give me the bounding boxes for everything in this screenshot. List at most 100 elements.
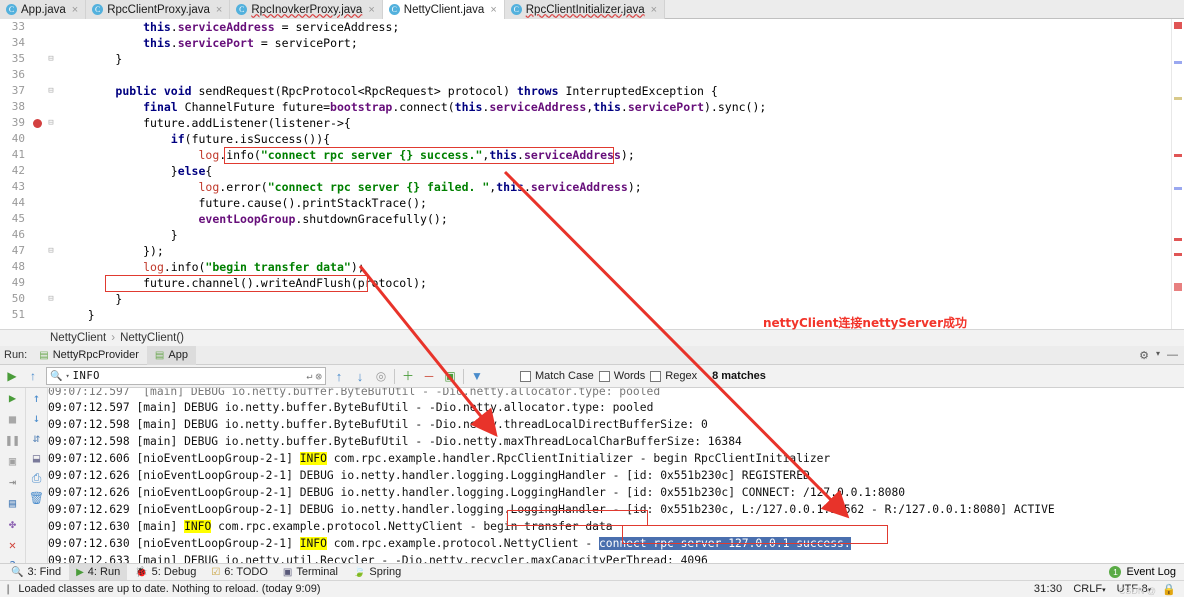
fold-toggle-icon[interactable]: ⊟ (44, 115, 58, 131)
clear-all-button[interactable]: ✕ (5, 538, 21, 552)
console-log-line[interactable]: 09:07:12.630 [nioEventLoopGroup-2-1] INF… (0, 535, 1184, 552)
minimize-icon[interactable]: — (1167, 349, 1178, 362)
match-case-checkbox[interactable]: Match Case (520, 370, 594, 382)
gutter-marker[interactable] (30, 19, 44, 35)
gutter-marker[interactable] (30, 115, 44, 131)
gutter-marker[interactable] (30, 99, 44, 115)
run-config-tab-0[interactable]: ▤ NettyRpcProvider (31, 346, 147, 365)
gutter-marker[interactable] (30, 163, 44, 179)
chevron-down-icon[interactable]: ▾ (1156, 349, 1160, 362)
tool-window-button-0[interactable]: 🔍 3: Find (4, 564, 68, 580)
toggle-line-icon[interactable]: ▣ (442, 369, 458, 383)
dump-threads-button[interactable]: ▣ (5, 454, 21, 468)
fold-toggle-icon[interactable] (44, 227, 58, 243)
tool-window-button-1[interactable]: ▶ 4: Run (69, 564, 128, 580)
gutter-marker[interactable] (30, 131, 44, 147)
down-stacktrace-button[interactable]: ↓ (29, 411, 45, 425)
fold-toggle-icon[interactable] (44, 307, 58, 323)
soft-wrap-button[interactable]: ✤ (5, 517, 21, 531)
gutter-marker[interactable] (30, 35, 44, 51)
code-line[interactable]: 40 if(future.isSuccess()){ (0, 131, 1184, 147)
rerun-small-icon[interactable]: ▶ (4, 369, 20, 383)
editor-tab-2[interactable]: C RpcInovkerProxy.java × (230, 0, 383, 19)
fold-toggle-icon[interactable] (44, 163, 58, 179)
rerun-button[interactable]: ▶ (5, 391, 21, 405)
run-window-actions[interactable]: ⚙ ▾ — (1139, 349, 1184, 362)
gutter-marker[interactable] (30, 243, 44, 259)
console-log-line[interactable]: 09:07:12.598 [main] DEBUG io.netty.buffe… (0, 433, 1184, 450)
console-log-line[interactable]: 09:07:12.606 [nioEventLoopGroup-2-1] INF… (0, 450, 1184, 467)
arrow-up-small-icon[interactable]: ↑ (25, 369, 41, 383)
code-line[interactable]: 39 ⊟ future.addListener(listener->{ (0, 115, 1184, 131)
code-line[interactable]: 42 }else{ (0, 163, 1184, 179)
scroll-to-end-button[interactable]: ⇵ (29, 431, 45, 445)
code-line[interactable]: 44 future.cause().printStackTrace(); (0, 195, 1184, 211)
remove-line-icon[interactable]: ─ (421, 369, 437, 383)
fold-toggle-icon[interactable] (44, 19, 58, 35)
code-line[interactable]: 36 (0, 67, 1184, 83)
code-line[interactable]: 49 future.channel().writeAndFlush(protoc… (0, 275, 1184, 291)
gutter-marker[interactable] (30, 179, 44, 195)
fold-toggle-icon[interactable]: ⊟ (44, 291, 58, 307)
breadcrumb[interactable]: NettyClient › NettyClient() (0, 329, 1184, 346)
fold-toggle-icon[interactable] (44, 147, 58, 163)
fold-toggle-icon[interactable] (44, 195, 58, 211)
code-line[interactable]: 47 ⊟ }); (0, 243, 1184, 259)
print-preview-button[interactable]: ⬓ (29, 451, 45, 465)
close-icon[interactable]: × (72, 4, 78, 16)
pause-button[interactable]: ❚❚ (5, 433, 21, 447)
console-log-line[interactable]: 09:07:12.597 [main] DEBUG io.netty.buffe… (0, 399, 1184, 416)
fold-toggle-icon[interactable]: ⊟ (44, 51, 58, 67)
add-line-icon[interactable]: ＋ (400, 369, 416, 383)
tool-window-button-2[interactable]: 🐞 5: Debug (128, 564, 203, 580)
search-icon[interactable]: 🔍 (50, 371, 62, 382)
gutter-marker[interactable] (30, 211, 44, 227)
console-output[interactable]: 09:07:12.597 [main] DEBUG io.netty.buffe… (0, 388, 1184, 582)
code-editor[interactable]: 33 this.serviceAddress = serviceAddress;… (0, 19, 1184, 330)
code-line[interactable]: 48 log.info("begin transfer data"); (0, 259, 1184, 275)
fold-toggle-icon[interactable]: ⊟ (44, 83, 58, 99)
words-checkbox[interactable]: Words (598, 370, 645, 382)
editor-tab-1[interactable]: C RpcClientProxy.java × (86, 0, 231, 19)
stop-button[interactable]: ■ (5, 412, 21, 426)
filter-icon[interactable]: ▼ (469, 369, 485, 383)
code-line[interactable]: 34 this.servicePort = servicePort; (0, 35, 1184, 51)
clear-icon[interactable]: ⊗ (315, 370, 322, 383)
fold-toggle-icon[interactable] (44, 275, 58, 291)
regex-checkbox[interactable]: Regex (650, 370, 697, 382)
gutter-marker[interactable] (30, 307, 44, 323)
breakpoint-icon[interactable] (32, 119, 42, 128)
tool-window-button-3[interactable]: ☑ 6: TODO (204, 564, 275, 580)
gutter-marker[interactable] (30, 275, 44, 291)
fold-toggle-icon[interactable] (44, 259, 58, 275)
gutter-marker[interactable] (30, 83, 44, 99)
fold-toggle-icon[interactable] (44, 35, 58, 51)
close-icon[interactable]: × (651, 4, 657, 16)
console-button[interactable]: ▤ (5, 496, 21, 510)
search-input-value[interactable]: INFO (73, 370, 304, 382)
export-button[interactable]: ⇥ (5, 475, 21, 489)
gutter-marker[interactable] (30, 195, 44, 211)
code-line[interactable]: 51 } (0, 307, 1184, 323)
code-line[interactable]: 43 log.error("connect rpc server {} fail… (0, 179, 1184, 195)
select-all-matches-icon[interactable]: ◎ (373, 369, 389, 383)
checkbox-box[interactable] (650, 370, 662, 382)
close-icon[interactable]: × (216, 4, 222, 16)
event-log-button[interactable]: 1 Event Log (1109, 566, 1184, 578)
checkbox-box[interactable] (598, 370, 610, 382)
close-icon[interactable]: × (490, 4, 496, 16)
console-log-line[interactable]: 09:07:12.629 [nioEventLoopGroup-2-1] DEB… (0, 501, 1184, 518)
code-line[interactable]: 46 } (0, 227, 1184, 243)
code-line[interactable]: 35 ⊟ } (0, 51, 1184, 67)
prev-match-icon[interactable]: ↑ (331, 369, 347, 383)
code-line[interactable]: 38 final ChannelFuture future=bootstrap.… (0, 99, 1184, 115)
code-line[interactable]: 50 ⊟ } (0, 291, 1184, 307)
tool-window-button-5[interactable]: 🍃 Spring (346, 564, 408, 580)
marker-gutter[interactable] (1171, 19, 1184, 329)
gutter-marker[interactable] (30, 51, 44, 67)
breadcrumb-class[interactable]: NettyClient (50, 332, 106, 344)
editor-tab-4[interactable]: C RpcClientInitializer.java × (504, 0, 666, 19)
code-line[interactable]: 37 ⊟ public void sendRequest(RpcProtocol<… (0, 83, 1184, 99)
close-icon[interactable]: × (368, 4, 374, 16)
gear-icon[interactable]: ⚙ (1139, 349, 1149, 362)
